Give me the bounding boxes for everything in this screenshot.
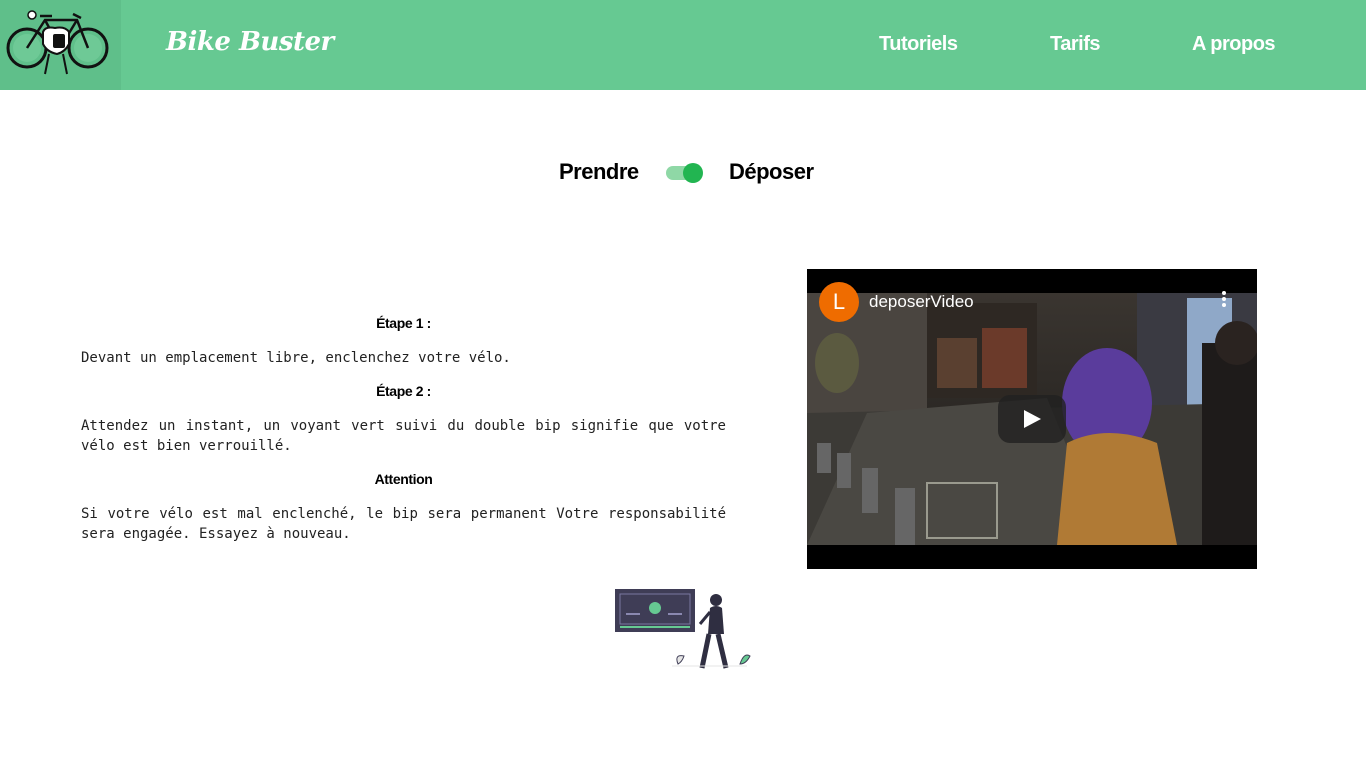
- logo[interactable]: [0, 0, 121, 90]
- site-header: Bike Buster Tutoriels Tarifs A propos: [0, 0, 1366, 90]
- attention-text: Si votre vélo est mal enclenché, le bip …: [81, 506, 726, 542]
- bike-lock-logo-icon: [6, 10, 109, 75]
- video-title[interactable]: deposerVideo: [869, 292, 974, 312]
- video-player[interactable]: L deposerVideo: [807, 269, 1257, 569]
- nav-a-propos[interactable]: A propos: [1192, 33, 1276, 56]
- video-watching-illustration: [612, 586, 754, 672]
- toggle-label-deposer: Déposer: [729, 159, 814, 184]
- step-2-heading: Étape 2 :: [376, 383, 431, 399]
- nav-tarifs[interactable]: Tarifs: [1050, 33, 1100, 56]
- step-1-text: Devant un emplacement libre, enclenchez …: [81, 350, 511, 366]
- nav-tutoriels[interactable]: Tutoriels: [879, 33, 958, 56]
- toggle-knob: [683, 163, 703, 183]
- toggle-label-prendre: Prendre: [559, 159, 639, 184]
- brand-name[interactable]: Bike Buster: [166, 27, 334, 57]
- step-1-heading: Étape 1 :: [376, 315, 431, 331]
- play-icon: [1024, 410, 1041, 428]
- prendre-deposer-toggle[interactable]: [666, 163, 704, 183]
- play-button[interactable]: [998, 395, 1066, 443]
- channel-avatar[interactable]: L: [819, 282, 859, 322]
- attention-heading: Attention: [374, 471, 433, 487]
- step-2-text: Attendez un instant, un voyant vert suiv…: [81, 418, 726, 454]
- more-options-icon[interactable]: [1221, 291, 1227, 311]
